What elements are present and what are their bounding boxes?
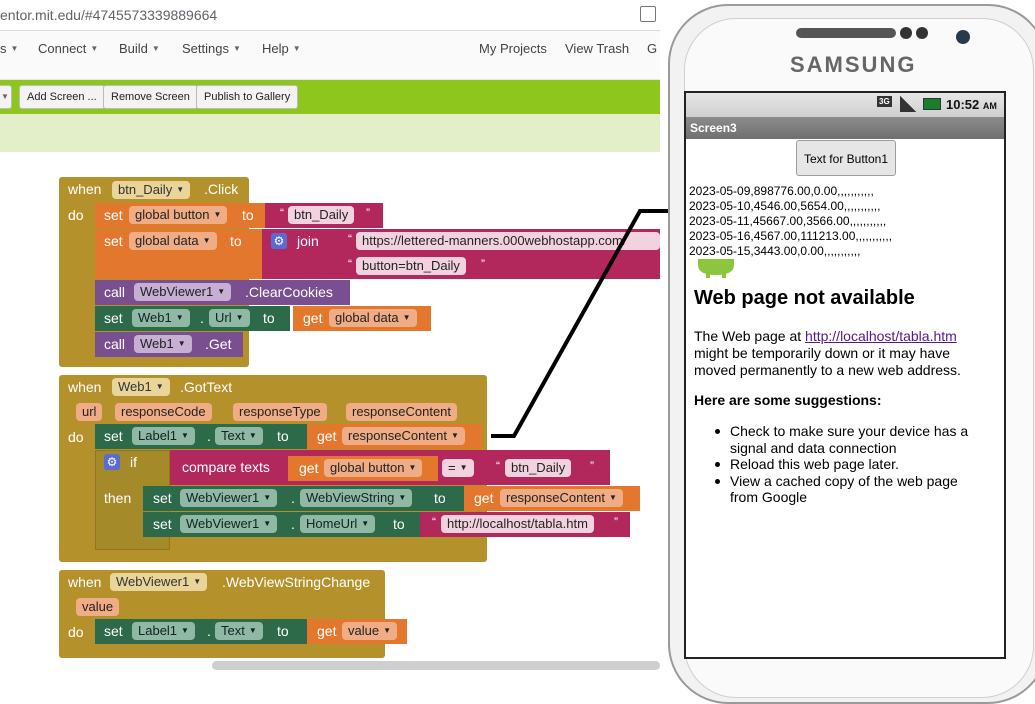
sensor-icon xyxy=(916,27,928,39)
clock: 10:52 AM xyxy=(946,97,997,112)
signal-icon xyxy=(900,96,916,112)
list-item: Reload this web page later. xyxy=(712,456,982,473)
label1-line: 2023-05-09,898776.00,0.00,,,,,,,,,,, xyxy=(689,184,874,198)
battery-icon xyxy=(923,98,941,110)
suggestions-list: Check to make sure your device has a sig… xyxy=(712,423,982,506)
app-title-bar: Screen3 xyxy=(686,117,1004,139)
android-error-icon xyxy=(698,259,734,278)
app-button-1[interactable]: Text for Button1 xyxy=(796,140,896,176)
phone-screen: 3G 10:52 AM Screen3 Text for Button1 202… xyxy=(684,91,1006,659)
network-3g-icon: 3G xyxy=(877,96,892,107)
label1-line: 2023-05-11,45667.00,3566.00,,,,,,,,,,, xyxy=(689,214,887,228)
screen-title: Screen3 xyxy=(690,121,737,135)
speaker-grille-icon xyxy=(796,28,896,38)
label1-line: 2023-05-16,4567.00,111213.00,,,,,,,,,,, xyxy=(689,229,893,243)
phone-brand-logo: SAMSUNG xyxy=(790,52,917,77)
annotation-arrow-line xyxy=(491,209,684,438)
front-camera-icon xyxy=(956,30,970,44)
error-url-link[interactable]: http://localhost/tabla.htm xyxy=(805,328,957,344)
list-item: View a cached copy of the web page from … xyxy=(712,473,982,506)
error-title: Web page not available xyxy=(694,287,915,309)
list-item: Check to make sure your device has a sig… xyxy=(712,423,982,456)
suggestions-title: Here are some suggestions: xyxy=(694,392,882,408)
label1-line: 2023-05-10,4546.00,5654.00,,,,,,,,,,, xyxy=(689,199,881,213)
status-bar: 3G 10:52 AM xyxy=(686,93,1004,117)
label1-line: 2023-05-15,3443.00,0.00,,,,,,,,,,, xyxy=(689,244,861,258)
error-message: The Web page at http://localhost/tabla.h… xyxy=(694,328,961,378)
sensor-icon xyxy=(900,27,912,39)
